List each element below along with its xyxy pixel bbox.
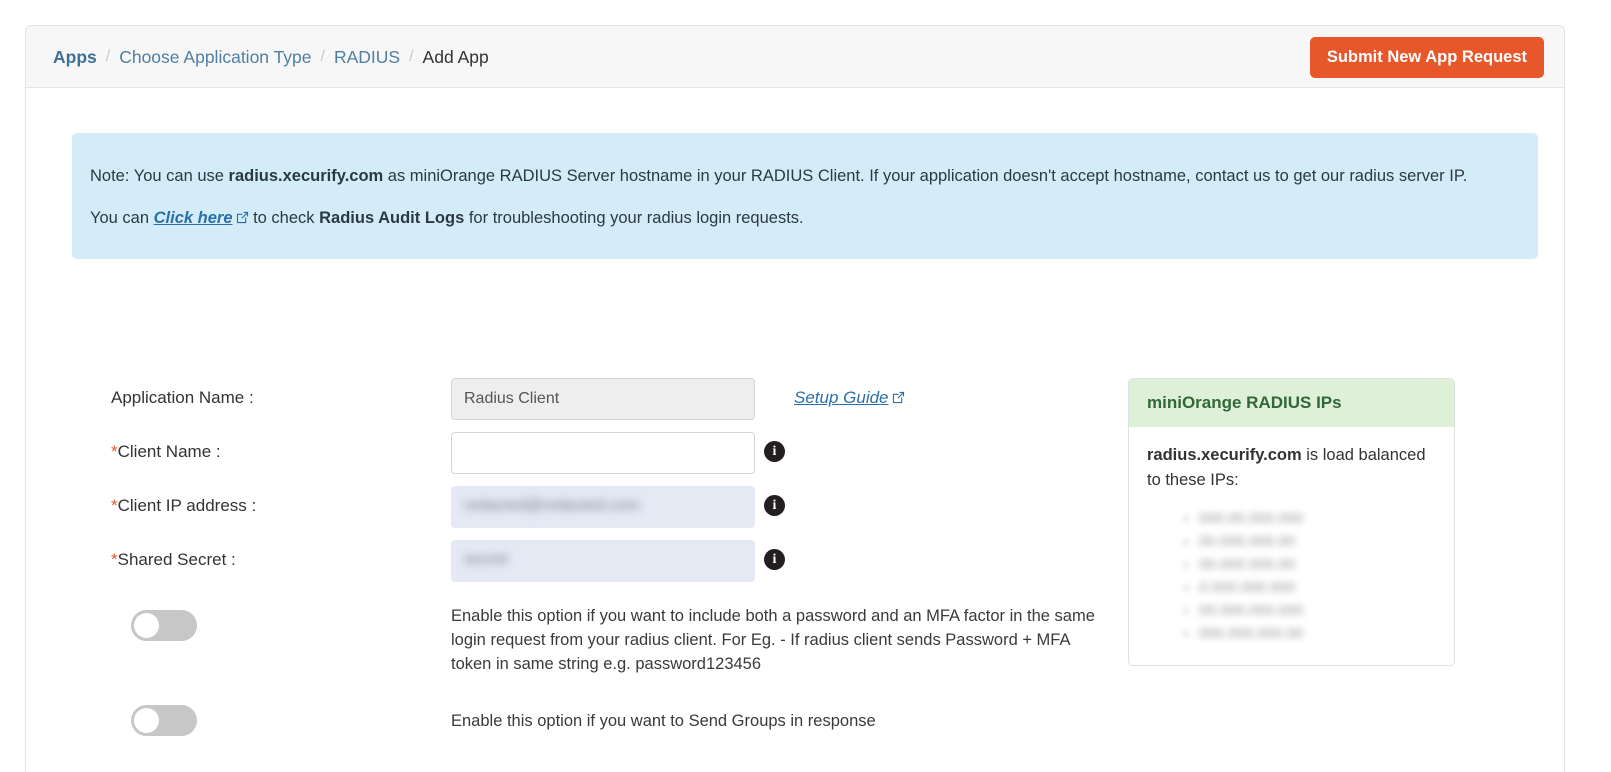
label-shared-secret-text: Shared Secret :	[117, 550, 236, 569]
label-client-name: *Client Name :	[111, 442, 221, 462]
note-text-suffix: as miniOrange RADIUS Server hostname in …	[383, 167, 1468, 185]
add-app-card: Apps / Choose Application Type / RADIUS …	[25, 25, 1565, 772]
radius-ips-hostname: radius.xecurify.com	[1147, 446, 1302, 464]
click-here-label: Click here	[153, 209, 233, 227]
breadcrumb-separator: /	[320, 48, 325, 65]
label-client-ip-address-text: Client IP address :	[117, 496, 257, 515]
info-icon[interactable]: i	[764, 549, 785, 570]
application-name-input[interactable]	[451, 378, 755, 420]
note-audit-suffix: for troubleshooting your radius login re…	[464, 209, 804, 227]
label-client-ip-address: *Client IP address :	[111, 496, 256, 516]
required-asterisk: *	[111, 496, 118, 515]
breadcrumb-item-add-app: Add App	[422, 46, 489, 67]
card-header: Apps / Choose Application Type / RADIUS …	[26, 26, 1564, 88]
label-application-name: Application Name :	[111, 388, 254, 407]
option-row-send-groups: Enable this option if you want to Send G…	[26, 691, 1564, 762]
list-item: 0.000.000.000	[1199, 576, 1436, 599]
note-text-prefix: Note: You can use	[90, 167, 229, 185]
external-link-icon	[236, 198, 249, 224]
list-item: 000.00.000.000	[1199, 507, 1436, 530]
list-item: 00.000.000.000	[1199, 599, 1436, 622]
option-row-accounting-auditing: Enable this option if you want to enable…	[26, 762, 1564, 772]
toggle-send-groups[interactable]	[131, 705, 197, 736]
client-name-input[interactable]	[451, 432, 755, 474]
note-audit-logs-label: Radius Audit Logs	[319, 209, 465, 227]
page-root: Apps / Choose Application Type / RADIUS …	[0, 0, 1611, 772]
option-description-password-plus-mfa: Enable this option if you want to includ…	[451, 607, 1095, 673]
radius-ips-list: 000.00.000.000 00.000.000.00 00.000.000.…	[1147, 507, 1436, 645]
breadcrumb-separator: /	[409, 48, 414, 65]
note-audit-mid: to check	[248, 209, 320, 227]
toggle-knob	[134, 708, 159, 733]
note-line-audit-logs: You can Click here to check Radius Audit…	[90, 197, 1520, 239]
required-asterisk: *	[111, 550, 118, 569]
toggle-password-plus-mfa[interactable]	[131, 610, 197, 641]
radius-ips-panel: miniOrange RADIUS IPs radius.xecurify.co…	[1128, 378, 1455, 666]
toggle-knob	[134, 613, 159, 638]
list-item: 00.000.000.00	[1199, 553, 1436, 576]
info-icon[interactable]: i	[764, 495, 785, 516]
external-link-icon	[892, 389, 905, 404]
note-banner: Note: You can use radius.xecurify.com as…	[72, 133, 1538, 259]
radius-ips-panel-body: radius.xecurify.com is load balanced to …	[1129, 427, 1454, 665]
submit-new-app-request-button[interactable]: Submit New App Request	[1309, 37, 1544, 78]
list-item: 000.000.000.00	[1199, 622, 1436, 645]
client-ip-address-input[interactable]	[451, 486, 755, 528]
breadcrumb: Apps / Choose Application Type / RADIUS …	[53, 26, 489, 88]
info-icon[interactable]: i	[764, 441, 785, 462]
breadcrumb-item-choose-application-type[interactable]: Choose Application Type	[119, 47, 311, 68]
note-audit-prefix: You can	[90, 209, 154, 227]
setup-guide-label: Setup Guide	[794, 388, 889, 407]
click-here-link[interactable]: Click here	[154, 209, 233, 227]
label-client-name-text: Client Name :	[117, 442, 221, 461]
label-shared-secret: *Shared Secret :	[111, 550, 236, 570]
breadcrumb-separator: /	[105, 48, 111, 65]
option-description-send-groups: Enable this option if you want to Send G…	[451, 712, 876, 730]
shared-secret-input[interactable]	[451, 540, 755, 582]
breadcrumb-item-radius[interactable]: RADIUS	[334, 47, 400, 68]
required-asterisk: *	[111, 442, 118, 461]
radius-ips-panel-title: miniOrange RADIUS IPs	[1129, 379, 1454, 427]
note-line-hostname: Note: You can use radius.xecurify.com as…	[90, 155, 1520, 197]
breadcrumb-item-apps[interactable]: Apps	[53, 47, 97, 68]
card-body: Note: You can use radius.xecurify.com as…	[26, 88, 1564, 772]
note-hostname: radius.xecurify.com	[228, 167, 384, 185]
setup-guide-link[interactable]: Setup Guide	[794, 388, 905, 408]
list-item: 00.000.000.00	[1199, 530, 1436, 553]
